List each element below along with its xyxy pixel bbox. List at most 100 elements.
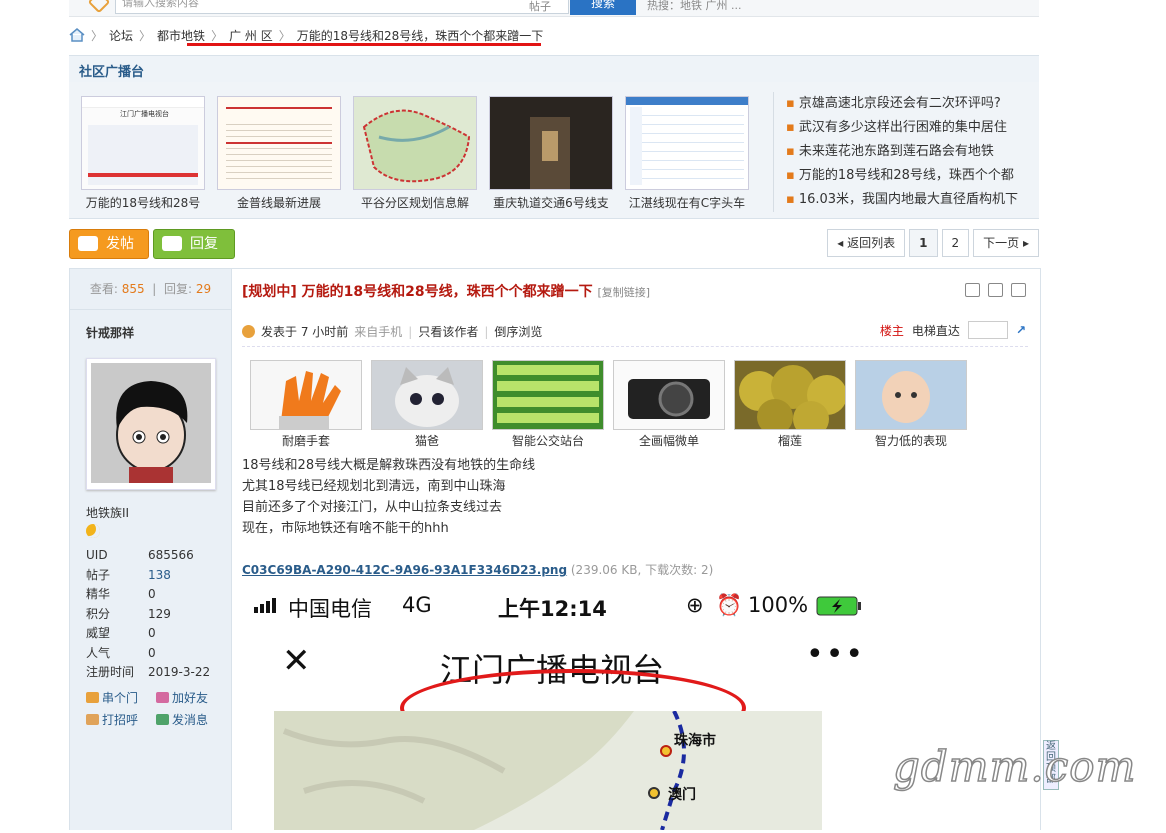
broadcast-header: 社区广播台	[69, 55, 1039, 83]
page-2-link[interactable]: 2	[941, 229, 970, 257]
moon-icon	[86, 524, 100, 538]
broadcast-thumb[interactable]: 江门广播电视台 万能的18号线和28号	[81, 96, 205, 211]
go-icon[interactable]: ↗	[1016, 323, 1026, 337]
more-icon[interactable]: •••	[806, 637, 865, 672]
search-input[interactable]: 请输入搜索内容	[115, 0, 569, 14]
only-author-link[interactable]: 只看该作者	[418, 323, 478, 340]
attachment-link[interactable]: C03C69BA-A290-412C-9A96-93A1F3346D23.png	[242, 563, 567, 577]
info-label: 帖子	[86, 567, 111, 582]
info-value: 685566	[148, 548, 194, 562]
greet-icon	[86, 714, 99, 725]
previous-thread-icon[interactable]	[988, 283, 1003, 297]
info-value: 0	[148, 626, 156, 640]
hot-search-links[interactable]: 热搜：地铁 广州 ...	[647, 0, 741, 13]
next-thread-icon[interactable]	[1011, 283, 1026, 297]
user-icon	[242, 325, 255, 338]
chevron-right-icon: 〉	[91, 28, 104, 43]
info-label: 人气	[86, 645, 111, 660]
post-meta: 发表于 7 小时前 来自手机 | 只看该作者 | 倒序浏览	[242, 323, 542, 340]
battery-text: 100%	[748, 593, 809, 617]
news-item[interactable]: ▪ 未来莲花池东路到莲石路会有地铁	[786, 140, 1046, 164]
thumb-caption[interactable]: 平谷分区规划信息解	[353, 194, 477, 211]
close-icon[interactable]: ✕	[282, 641, 311, 681]
visit-link[interactable]: 串个门	[86, 687, 138, 709]
add-friend-icon	[156, 692, 170, 703]
message-link[interactable]: 发消息	[156, 709, 208, 731]
floor-jump-input[interactable]	[967, 321, 1008, 339]
search-button[interactable]: 搜索	[570, 0, 636, 15]
thumb-image	[217, 96, 341, 190]
app-title-bar: ✕ 江门广播电视台 •••	[242, 625, 882, 747]
search-type-select[interactable]: 帖子	[529, 0, 551, 14]
next-page-button[interactable]: 下一页 ▸	[973, 229, 1039, 257]
copy-link-button[interactable]: [复制链接]	[598, 286, 651, 299]
reverse-order-link[interactable]: 倒序浏览	[494, 323, 542, 340]
thumb-caption[interactable]: 万能的18号线和28号	[81, 194, 205, 211]
thumb-image	[489, 96, 613, 190]
news-item[interactable]: ▪ 武汉有多少这样出行困难的集中居住	[786, 116, 1046, 140]
gloves-image	[250, 360, 362, 430]
add-friend-link[interactable]: 加好友	[156, 687, 208, 709]
map-image	[362, 109, 471, 183]
carrier-text: 中国电信	[288, 597, 372, 621]
post-button[interactable]: 发帖	[69, 229, 149, 259]
ad-item[interactable]: 全画幅微单	[613, 360, 725, 449]
author-name[interactable]: 针戒那祥	[86, 324, 134, 341]
home-icon[interactable]	[69, 28, 85, 42]
author-sidebar: 查看: 855 | 回复: 29 针戒那祥 地铁族II UID 685566 帖子…	[70, 269, 232, 830]
chat-bubble-icon	[78, 236, 98, 251]
ad-item[interactable]: 猫爸	[371, 360, 483, 449]
broadcast-thumb[interactable]: 江湛线现在有C字头车	[625, 96, 749, 211]
news-item[interactable]: ▪ 京雄高速北京段还会有二次环评吗?	[786, 92, 1046, 116]
cat-image	[371, 360, 483, 430]
back-to-list-button[interactable]: ◂ 返回列表	[827, 229, 906, 257]
info-label: 积分	[86, 606, 111, 621]
user-rank: 地铁族II	[86, 506, 130, 520]
thumb-image: 江门广播电视台	[81, 96, 205, 190]
avatar[interactable]	[86, 358, 216, 490]
news-item[interactable]: ▪ 16.03米，我国内地最大直径盾构机下	[786, 188, 1046, 212]
floor-label: 楼主	[879, 323, 904, 338]
chevron-right-icon: 〉	[278, 28, 291, 43]
greet-link[interactable]: 打招呼	[86, 709, 138, 731]
ad-item[interactable]: 耐磨手套	[250, 360, 362, 449]
info-value: 2019-3-22	[148, 665, 211, 679]
thumb-caption[interactable]: 重庆轨道交通6号线支	[489, 194, 613, 211]
broadcast-thumb[interactable]: 重庆轨道交通6号线支	[489, 96, 613, 211]
info-label: UID	[86, 548, 108, 562]
map-label: 澳门	[668, 786, 696, 803]
network-text: 4G	[402, 593, 432, 617]
breadcrumb-metro[interactable]: 都市地铁	[157, 27, 205, 44]
reply-arrow-icon	[162, 236, 182, 251]
thumb-caption[interactable]: 江湛线现在有C字头车	[625, 194, 749, 211]
breadcrumb-thread[interactable]: 万能的18号线和28号线，珠西个个都来蹭一下	[297, 27, 544, 44]
thumb-caption[interactable]: 金普线最新进展	[217, 194, 341, 211]
broadcast-thumb[interactable]: 平谷分区规划信息解	[353, 96, 477, 211]
breadcrumb: 〉 论坛 〉 都市地铁 〉 广 州 区 〉 万能的18号线和28号线，珠西个个都…	[69, 26, 543, 44]
ad-item[interactable]: 智力低的表现	[855, 360, 967, 449]
print-icon[interactable]	[965, 283, 980, 297]
bus-stop-image	[492, 360, 604, 430]
broadcast-title[interactable]: 社区广播台	[79, 61, 144, 80]
broadcast-thumb[interactable]: 金普线最新进展	[217, 96, 341, 211]
post-count-link[interactable]: 138	[148, 566, 171, 586]
news-item[interactable]: ▪ 万能的18号线和28号线，珠西个个都	[786, 164, 1046, 188]
body-line: 尤其18号线已经规划北到清远，南到中山珠海	[242, 479, 506, 494]
breadcrumb-forum[interactable]: 论坛	[109, 27, 133, 44]
ad-item[interactable]: 榴莲	[734, 360, 846, 449]
info-value: 0	[148, 587, 156, 601]
attachment-meta: (239.06 KB, 下载次数: 2)	[570, 563, 714, 577]
thumb-text: 江门广播电视台	[120, 110, 169, 118]
red-underline-annotation	[187, 43, 541, 46]
ad-item[interactable]: 智能公交站台	[492, 360, 604, 449]
thumb-image	[625, 96, 749, 190]
reply-button[interactable]: 回复	[153, 229, 235, 259]
user-info: UID 685566 帖子 138 精华 0 积分 129 威望 0 人气 0 注册时间 20…	[86, 546, 216, 683]
breadcrumb-guangzhou[interactable]: 广 州 区	[229, 27, 273, 44]
post-time: 发表于 7 小时前	[261, 325, 349, 339]
body-line: 18号线和28号线大概是解救珠西没有地铁的生命线	[242, 458, 536, 473]
post-body: 18号线和28号线大概是解救珠西没有地铁的生命线 尤其18号线已经规划北到清远，…	[242, 455, 535, 539]
attachment: C03C69BA-A290-412C-9A96-93A1F3346D23.png…	[242, 561, 713, 578]
page-1-link[interactable]: 1	[909, 229, 938, 257]
divider	[242, 346, 1028, 347]
